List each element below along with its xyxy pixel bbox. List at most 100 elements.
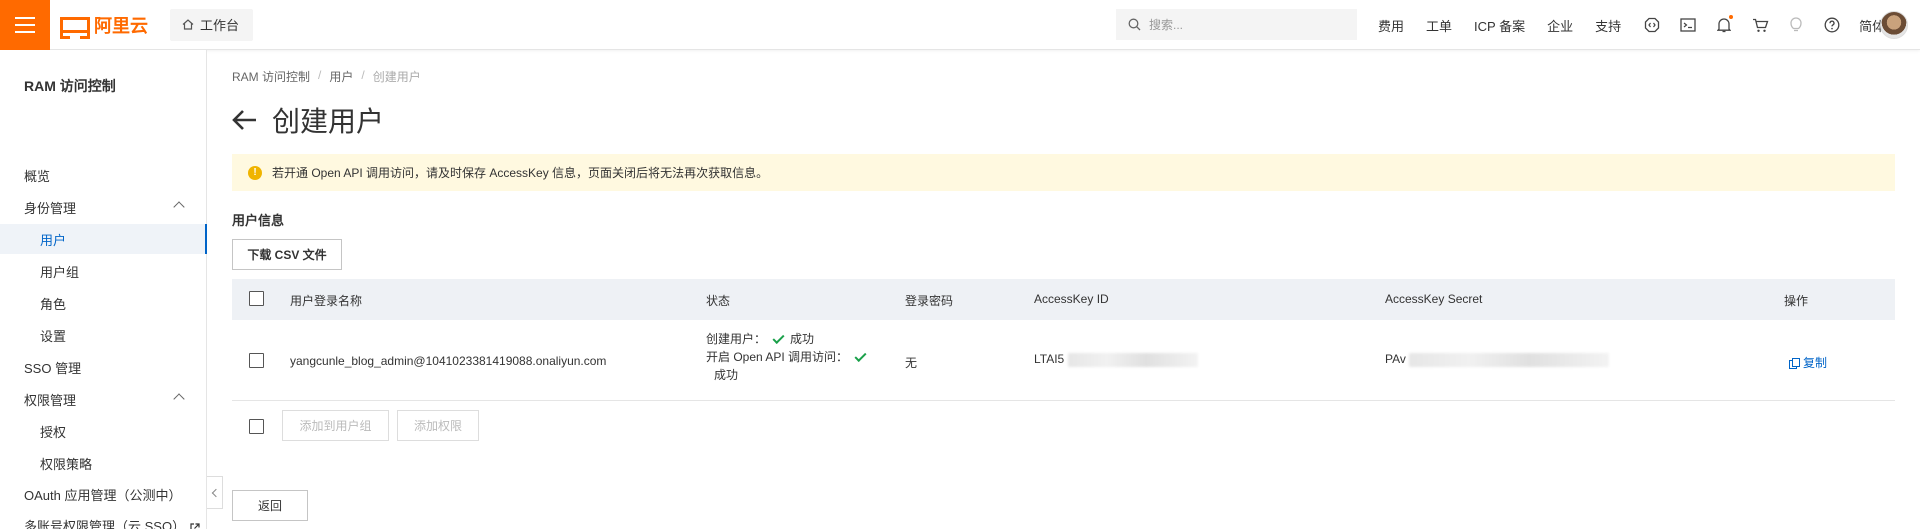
user-table: 用户登录名称 状态 登录密码 AccessKey ID AccessKey Se… [232,279,1895,451]
sidebar-item-roles[interactable]: 角色 [0,288,207,318]
sidebar-item-label: 权限策略 [40,456,93,472]
sidebar-item-grants[interactable]: 授权 [0,416,207,446]
copy-icon [1789,357,1800,369]
status-created-label: 创建用户： [706,332,767,346]
copy-label: 复制 [1803,356,1828,370]
password-value: 无 [905,356,918,370]
table-header: 用户登录名称 状态 登录密码 AccessKey ID AccessKey Se… [232,279,1895,320]
cart-icon[interactable] [1751,16,1769,34]
sidebar-item-identity[interactable]: 身份管理 [0,192,207,222]
breadcrumb-separator: / [361,68,365,82]
add-permission-button[interactable]: 添加权限 [397,410,479,441]
search-input[interactable] [1149,17,1349,32]
sidebar-item-label: 身份管理 [24,200,77,216]
sidebar-title: RAM 访问控制 [24,78,116,94]
col-accesskey-secret: AccessKey Secret [1385,292,1483,306]
sidebar-item-label: SSO 管理 [24,360,82,376]
sidebar-item-oauth[interactable]: OAuth 应用管理（公测中） [0,479,207,509]
redacted-block [1409,352,1610,367]
aliyun-logo[interactable]: 阿里云 [60,12,148,39]
nav-billing[interactable]: 费用 [1378,16,1404,35]
nav-icp[interactable]: ICP 备案 [1474,16,1525,35]
status-api-result: 成功 [714,368,739,382]
terminal-icon[interactable] [1679,16,1697,34]
status-api-label: 开启 Open API 调用访问： [706,350,849,364]
sidebar-item-overview[interactable]: 概览 [0,160,207,190]
sidebar-collapse-button[interactable] [207,476,223,509]
row-checkbox[interactable] [249,353,264,368]
chevron-left-icon [211,488,221,497]
sidebar-item-label: 授权 [40,424,67,440]
sidebar-item-label: 设置 [40,328,67,344]
sidebar-item-policies[interactable]: 权限策略 [0,448,207,478]
status-created-result: 成功 [790,332,815,346]
page-title: 创建用户 [272,106,385,137]
bulb-icon[interactable] [1787,16,1805,34]
code-icon[interactable] [1643,16,1661,34]
chevron-up-icon [173,201,185,213]
alert-text: 若开通 Open API 调用访问，请及时保存 AccessKey 信息，页面关… [272,166,769,180]
download-csv-button[interactable]: 下载 CSV 文件 [232,239,342,270]
select-all-checkbox[interactable] [249,291,264,306]
warning-icon: ! [248,165,262,180]
sidebar-item-label: OAuth 应用管理（公测中） [24,487,182,503]
help-icon[interactable] [1823,16,1841,34]
page-header: 创建用户 [232,100,384,140]
chevron-up-icon [173,393,185,405]
table-row: yangcunle_blog_admin@1041023381419088.on… [232,320,1895,401]
user-avatar[interactable] [1880,11,1908,39]
bell-icon[interactable] [1715,15,1734,34]
breadcrumb-ram[interactable]: RAM 访问控制 [232,68,310,85]
sidebar-item-label: 权限管理 [24,392,77,408]
external-link-icon [190,521,200,529]
breadcrumb-users[interactable]: 用户 [329,68,353,85]
sidebar-item-user-groups[interactable]: 用户组 [0,256,207,286]
section-title: 用户信息 [232,213,285,228]
redacted-block [1067,352,1198,367]
footer-select-checkbox[interactable] [249,419,264,434]
nav-tickets[interactable]: 工单 [1426,16,1452,35]
col-password: 登录密码 [905,294,954,308]
back-button[interactable]: 返回 [232,490,308,521]
sidebar: RAM 访问控制 概览 身份管理 用户 用户组 角色 设置 SSO 管理 权限管… [0,50,207,529]
sidebar-item-permissions[interactable]: 权限管理 [0,384,207,414]
accesskey-secret-value: PAv [1385,352,1406,366]
brand-name: 阿里云 [94,15,148,36]
table-footer: 添加到用户组 添加权限 [232,401,1895,451]
check-icon [854,349,867,363]
home-icon [182,19,194,30]
status-cell: 创建用户： 成功 开启 Open API 调用访问： 成功 [706,330,869,384]
sidebar-item-label: 角色 [40,296,67,312]
accesskey-id-cell: LTAI5 [1034,352,1198,367]
breadcrumb: RAM 访问控制 / 用户 / 创建用户 [232,68,421,85]
menu-icon[interactable] [0,0,50,50]
col-actions: 操作 [1784,294,1809,308]
search-icon [1128,18,1141,31]
col-status: 状态 [706,294,731,308]
nav-enterprise[interactable]: 企业 [1547,16,1573,35]
sidebar-item-label: 多账号权限管理（云 SSO） [24,518,186,529]
sidebar-item-sso[interactable]: SSO 管理 [0,352,207,382]
nav-support[interactable]: 支持 [1595,16,1621,35]
top-nav-links: 费用 工单 ICP 备案 企业 支持 简体 [1378,0,1907,50]
workbench-button[interactable]: 工作台 [170,8,254,41]
sidebar-item-label: 用户组 [40,264,80,280]
col-login-name: 用户登录名称 [290,294,363,308]
breadcrumb-current: 创建用户 [372,70,421,84]
notification-dot [1729,15,1734,19]
workbench-label: 工作台 [200,18,240,33]
sidebar-item-cloud-sso[interactable]: 多账号权限管理（云 SSO） [0,510,207,529]
back-arrow-icon[interactable] [232,108,258,132]
check-icon [772,331,785,345]
accesskey-id-value: LTAI5 [1034,352,1065,366]
add-to-group-button[interactable]: 添加到用户组 [282,410,389,441]
breadcrumb-separator: / [318,68,322,82]
sidebar-item-settings[interactable]: 设置 [0,320,207,350]
col-accesskey-id: AccessKey ID [1034,292,1109,306]
accesskey-secret-cell: PAv [1385,352,1610,367]
search-box[interactable] [1116,9,1357,40]
sidebar-item-users[interactable]: 用户 [0,224,207,254]
warning-alert: ! 若开通 Open API 调用访问，请及时保存 AccessKey 信息，页… [232,154,1895,191]
copy-button[interactable]: 复制 [1789,354,1827,371]
sidebar-item-label: 概览 [24,168,51,184]
